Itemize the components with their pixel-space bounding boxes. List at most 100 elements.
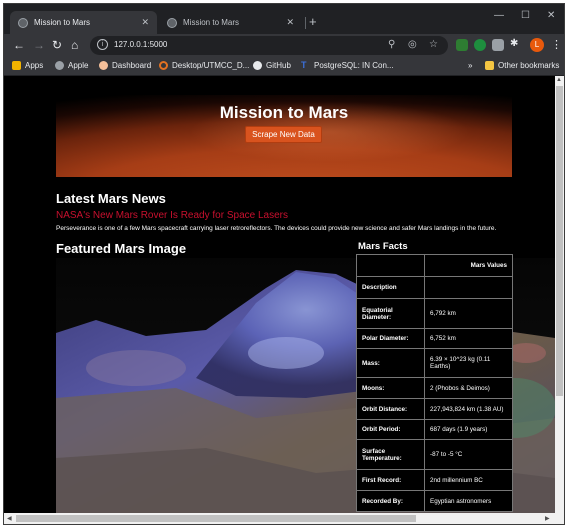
scrape-new-data-button[interactable]: Scrape New Data [245, 126, 322, 143]
maximize-icon[interactable]: ☐ [521, 10, 530, 21]
bookmark-postgresql[interactable]: T PostgreSQL: IN Con... [301, 60, 394, 71]
zoom-search-icon[interactable]: ⚲ [388, 39, 395, 50]
fact-key: Mass: [356, 348, 425, 378]
mars-facts-heading: Mars Facts [358, 241, 408, 252]
address-bar[interactable]: i 127.0.0.1:5000 ⚲ ◎ ☆ [90, 36, 448, 55]
bookmark-label: Desktop/UTMCC_D... [172, 61, 250, 70]
apps-grid-icon [12, 61, 21, 70]
table-header-cell: Mars Values [424, 254, 513, 277]
apple-icon [55, 61, 64, 70]
news-paragraph: Perseverance is one of a few Mars spacec… [56, 225, 497, 232]
bookmark-github[interactable]: GitHub [253, 61, 291, 70]
back-arrow-icon[interactable]: ← [13, 38, 25, 52]
fact-value: 6.39 × 10^23 kg (0.11 Earths) [424, 348, 513, 378]
bookmark-label: Other bookmarks [498, 61, 560, 70]
extension-icon-2[interactable] [474, 39, 486, 51]
bookmark-label: Apple [68, 61, 89, 70]
minimize-icon[interactable]: — [494, 10, 504, 21]
fact-value: 6,792 km [424, 298, 513, 329]
dashboard-icon [99, 61, 108, 70]
vertical-scrollbar[interactable]: ▲ [555, 76, 564, 513]
fact-key: Surface Temperature: [356, 439, 425, 470]
extension-icon-1[interactable] [456, 39, 468, 51]
github-icon [253, 61, 262, 70]
fact-value: Egyptian astronomers [424, 490, 513, 512]
eye-off-icon[interactable]: ◎ [408, 39, 417, 50]
latest-news-heading: Latest Mars News [56, 191, 166, 206]
tab-title: Mission to Mars [34, 18, 91, 27]
bookmark-other[interactable]: Other bookmarks [485, 61, 559, 70]
news-title: NASA's New Mars Rover Is Ready for Space… [56, 210, 288, 221]
globe-favicon-icon [167, 17, 177, 28]
fact-key: Polar Diameter: [356, 328, 425, 349]
close-tab-icon[interactable]: ✕ [141, 17, 149, 28]
fact-key: Equatorial Diameter: [356, 298, 425, 329]
bookmark-label: PostgreSQL: IN Con... [314, 61, 394, 70]
browser-toolbar: ← → ↻ ⌂ i 127.0.0.1:5000 ⚲ ◎ ☆ ✱ L ⋮ [4, 34, 564, 58]
tab-mission-to-mars[interactable]: Mission to Mars ✕ [159, 11, 302, 34]
horizontal-scroll-thumb[interactable] [16, 515, 416, 522]
page-viewport: Mission to Mars Scrape New Data Latest M… [4, 76, 555, 513]
fact-value: 2nd millennium BC [424, 469, 513, 491]
table-row: Orbit Period: 687 days (1.9 years) [356, 419, 513, 440]
home-icon[interactable]: ⌂ [71, 38, 78, 52]
fact-key: Orbit Period: [356, 419, 425, 440]
bookmark-desktop-utmcc[interactable]: Desktop/UTMCC_D... [159, 61, 249, 70]
new-tab-button[interactable]: + [309, 14, 317, 29]
orange-ring-icon [159, 61, 168, 70]
table-row: Surface Temperature: -87 to -5 °C [356, 439, 513, 470]
globe-favicon-icon [18, 17, 28, 28]
folder-icon [485, 61, 494, 70]
scroll-up-arrow-icon[interactable]: ▲ [556, 77, 562, 83]
mars-hero-banner: Mission to Mars Scrape New Data [56, 95, 512, 177]
tab-strip: Mission to Mars ✕ Mission to Mars ✕ + — … [4, 4, 564, 34]
table-header-cell [356, 254, 425, 277]
scroll-left-arrow-icon[interactable]: ◀ [7, 515, 12, 522]
profile-avatar[interactable]: L [530, 38, 544, 52]
vertical-scroll-thumb[interactable] [556, 86, 563, 396]
bookmarks-overflow-icon[interactable]: » [468, 61, 472, 70]
fact-value: 2 (Phobos & Deimos) [424, 377, 513, 399]
mars-facts-table: Mars Values Description Equatorial Diame… [356, 254, 513, 512]
fact-key: Description [356, 276, 425, 299]
bookmark-star-icon[interactable]: ☆ [429, 39, 438, 50]
table-row: Equatorial Diameter: 6,792 km [356, 298, 513, 329]
forward-arrow-icon[interactable]: → [33, 38, 45, 52]
postgres-t-icon: T [301, 60, 307, 70]
close-window-icon[interactable]: ✕ [547, 10, 555, 21]
browser-window: Mission to Mars ✕ Mission to Mars ✕ + — … [3, 3, 565, 525]
fact-value: 687 days (1.9 years) [424, 419, 513, 440]
tab-title: Mission to Mars [183, 18, 240, 27]
bookmark-label: GitHub [266, 61, 291, 70]
bookmarks-bar: Apps Apple Dashboard Desktop/UTMCC_D... … [4, 58, 564, 76]
table-header-row: Mars Values [356, 254, 513, 277]
bookmark-dashboard[interactable]: Dashboard [99, 61, 151, 70]
fact-value [424, 276, 513, 299]
bookmark-label: Dashboard [112, 61, 152, 70]
bookmark-label: Apps [25, 61, 44, 70]
featured-image-heading: Featured Mars Image [56, 241, 187, 256]
extension-icon-3[interactable] [492, 39, 504, 51]
fact-key: Orbit Distance: [356, 398, 425, 420]
close-tab-icon[interactable]: ✕ [286, 17, 294, 28]
bookmark-apps[interactable]: Apps [12, 61, 43, 70]
table-row: First Record: 2nd millennium BC [356, 469, 513, 491]
scroll-right-arrow-icon[interactable]: ▶ [545, 515, 550, 522]
site-info-icon[interactable]: i [97, 39, 108, 50]
page-title: Mission to Mars [219, 103, 349, 122]
table-row: Recorded By: Egyptian astronomers [356, 490, 513, 512]
fact-value: 6,752 km [424, 328, 513, 349]
horizontal-scrollbar[interactable]: ◀ ▶ [4, 513, 564, 524]
table-row: Moons: 2 (Phobos & Deimos) [356, 377, 513, 399]
table-row: Description [356, 276, 513, 299]
fact-key: First Record: [356, 469, 425, 491]
fact-key: Recorded By: [356, 490, 425, 512]
fact-key: Moons: [356, 377, 425, 399]
puzzle-extensions-icon[interactable]: ✱ [510, 38, 518, 49]
reload-icon[interactable]: ↻ [52, 38, 62, 52]
tab-mission-to-mars-active[interactable]: Mission to Mars ✕ [10, 11, 157, 34]
bookmark-apple[interactable]: Apple [55, 61, 88, 70]
fact-value: 227,943,824 km (1.38 AU) [424, 398, 513, 420]
table-row: Polar Diameter: 6,752 km [356, 328, 513, 349]
menu-dots-icon[interactable]: ⋮ [551, 38, 562, 51]
